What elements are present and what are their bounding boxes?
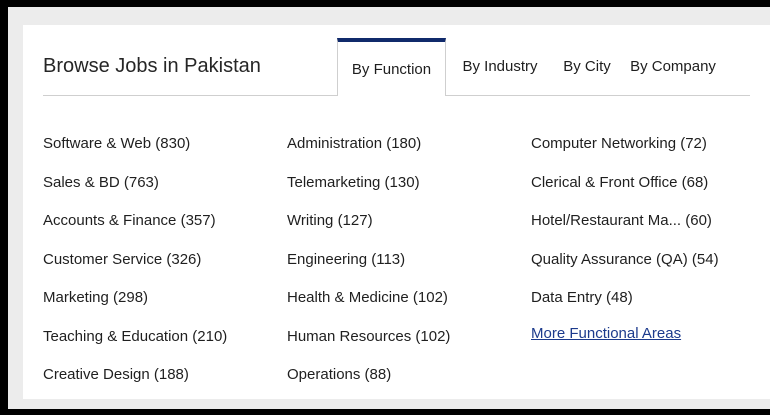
function-link[interactable]: Writing (127): [287, 202, 450, 241]
browse-tabs: By Function By Industry By City By Compa…: [337, 38, 726, 96]
function-link[interactable]: Computer Networking (72): [531, 125, 719, 164]
function-link[interactable]: Clerical & Front Office (68): [531, 164, 719, 203]
page-frame: Browse Jobs in Pakistan By Function By I…: [8, 7, 770, 409]
function-column-1: Software & Web (830) Sales & BD (763) Ac…: [43, 125, 227, 395]
function-link[interactable]: Sales & BD (763): [43, 164, 227, 203]
function-link[interactable]: Software & Web (830): [43, 125, 227, 164]
function-link[interactable]: Telemarketing (130): [287, 164, 450, 203]
function-link[interactable]: Health & Medicine (102): [287, 279, 450, 318]
function-link[interactable]: Customer Service (326): [43, 241, 227, 280]
function-link[interactable]: Operations (88): [287, 356, 450, 395]
function-link[interactable]: Engineering (113): [287, 241, 450, 280]
tab-by-industry[interactable]: By Industry: [446, 38, 554, 95]
browse-jobs-card: Browse Jobs in Pakistan By Function By I…: [23, 25, 770, 399]
function-link[interactable]: Quality Assurance (QA) (54): [531, 241, 719, 280]
function-column-3: Computer Networking (72) Clerical & Fron…: [531, 125, 719, 356]
function-link[interactable]: Teaching & Education (210): [43, 318, 227, 357]
more-functional-areas-link[interactable]: More Functional Areas: [531, 318, 719, 357]
tab-by-company[interactable]: By Company: [620, 38, 726, 95]
function-link[interactable]: Data Entry (48): [531, 279, 719, 318]
function-link[interactable]: Marketing (298): [43, 279, 227, 318]
tab-by-function[interactable]: By Function: [337, 38, 446, 96]
function-link[interactable]: Human Resources (102): [287, 318, 450, 357]
tab-by-city[interactable]: By City: [554, 38, 620, 95]
function-link[interactable]: Accounts & Finance (357): [43, 202, 227, 241]
function-link[interactable]: Administration (180): [287, 125, 450, 164]
function-column-2: Administration (180) Telemarketing (130)…: [287, 125, 450, 395]
function-link[interactable]: Hotel/Restaurant Ma... (60): [531, 202, 719, 241]
function-link[interactable]: Creative Design (188): [43, 356, 227, 395]
page-title: Browse Jobs in Pakistan: [43, 55, 261, 77]
